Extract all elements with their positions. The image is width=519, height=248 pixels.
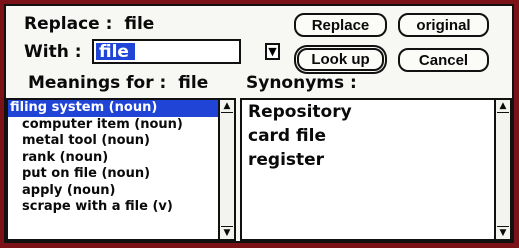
synonym-item[interactable]: card file [242,124,510,148]
meaning-item[interactable]: put on file (noun) [8,166,234,183]
cancel-button[interactable]: Cancel [398,48,489,72]
with-field[interactable]: file [92,39,241,64]
meanings-label: Meanings for : [28,73,167,93]
meanings-word: file [178,73,209,93]
synonym-item[interactable]: Repository [242,100,510,124]
scroll-up-arrow-icon[interactable]: ▲ [221,100,233,113]
triangle-down-icon: ▼ [268,45,277,58]
replace-button[interactable]: Replace [294,13,387,37]
replace-row: Replace : file [24,14,154,34]
with-field-value: file [96,42,135,62]
synonyms-scrollbar[interactable]: ▲ ▼ [494,100,510,239]
with-popup-button[interactable]: ▼ [265,43,280,60]
meaning-item-selected[interactable]: filing system (noun) [8,100,234,117]
scroll-up-arrow-icon[interactable]: ▲ [497,100,509,113]
synonyms-label: Synonyms : [246,73,357,93]
scroll-down-arrow-icon[interactable]: ▼ [221,226,233,239]
meanings-scrollbar[interactable]: ▲ ▼ [218,100,234,239]
replace-word: file [124,14,155,34]
with-label: With : [24,42,82,62]
meanings-list: filing system (noun) computer item (noun… [6,98,236,241]
replace-label: Replace : [24,14,113,34]
meaning-item[interactable]: apply (noun) [8,183,234,200]
look-up-button[interactable]: Look up [297,48,384,71]
synonym-item[interactable]: register [242,148,510,172]
synonyms-list: Repository card file register ▲ ▼ [240,98,512,241]
meanings-heading: Meanings for : file [28,73,208,93]
meaning-item[interactable]: computer item (noun) [8,117,234,134]
meaning-item[interactable]: scrape with a file (v) [8,199,234,216]
meaning-item[interactable]: metal tool (noun) [8,133,234,150]
scroll-down-arrow-icon[interactable]: ▼ [497,226,509,239]
original-button[interactable]: original [398,13,489,37]
thesaurus-dialog: Replace : file With : file ▼ Replace ori… [4,4,514,243]
meaning-item[interactable]: rank (noun) [8,150,234,167]
